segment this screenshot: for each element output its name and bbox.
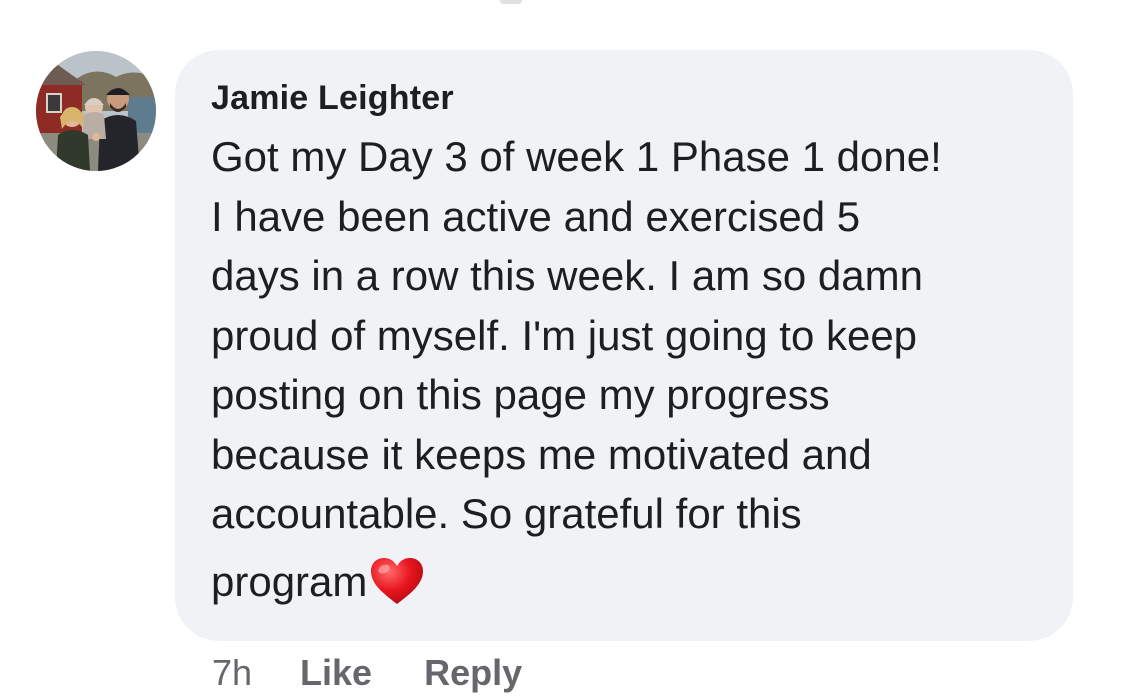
comment-text-line: I have been active and exercised 5: [211, 192, 861, 240]
comment-text-line: accountable. So grateful for this: [211, 490, 802, 537]
comment-timestamp[interactable]: 7h: [212, 652, 252, 694]
comment-text-line: program: [211, 557, 368, 605]
comment-text-line: days in a row this week. I am so damn: [211, 252, 923, 299]
comment-meta-row: 7h Like Reply: [212, 651, 522, 695]
avatar[interactable]: [36, 51, 156, 171]
avatar-photo: [36, 51, 156, 171]
comment-text-last-line: program: [211, 552, 1051, 612]
comment-text-line: posting on this page my progress: [211, 371, 830, 418]
comment-text-line: Got my Day 3 of week 1 Phase 1 done!: [211, 133, 942, 180]
red-heart-icon: [369, 556, 425, 608]
comment-author-name[interactable]: Jamie Leighter: [211, 79, 454, 118]
like-button[interactable]: Like: [300, 652, 372, 694]
reply-button[interactable]: Reply: [424, 652, 522, 694]
comment-text: Got my Day 3 of week 1 Phase 1 done! I h…: [211, 127, 1051, 611]
comment-text-line: proud of myself. I'm just going to keep: [211, 311, 918, 359]
comment-text-line: because it keeps me motivated and: [211, 430, 872, 478]
top-divider-fragment: [500, 0, 522, 4]
